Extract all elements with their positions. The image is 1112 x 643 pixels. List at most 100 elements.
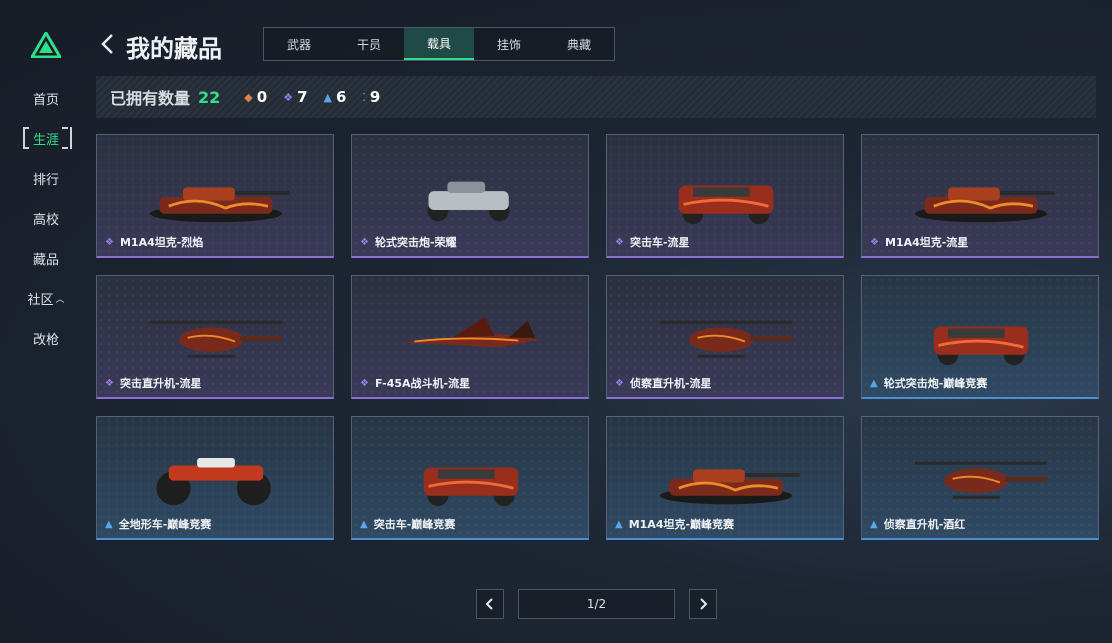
vehicle-name-label: 侦察直升机-流星 — [629, 377, 712, 390]
sidebar-item-label: 藏品 — [32, 252, 59, 268]
vehicle-name: ❖ 侦察直升机-流星 — [615, 375, 712, 391]
sidebar-item-label: 高校 — [32, 212, 59, 228]
purple-diamond-icon: ❖ — [105, 377, 114, 389]
vehicle-name-label: 轮式突击炮-荣耀 — [374, 236, 457, 249]
app-logo-icon — [31, 32, 61, 58]
purple-diamond-icon: ❖ — [870, 236, 879, 248]
sidebar-item-label: 首页 — [32, 92, 59, 108]
blue-chevron-icon: ▲ — [105, 518, 113, 530]
tab-charms[interactable]: 挂饰 — [474, 28, 544, 60]
vehicle-name-label: 侦察直升机-酒红 — [883, 518, 966, 531]
rarity-count-orange: ◆ 0 — [244, 88, 267, 106]
vehicle-name: ▲ 侦察直升机-酒红 — [870, 516, 965, 532]
vehicle-name-label: F-45A战斗机-流星 — [374, 377, 471, 390]
vehicle-name: ❖ 突击车-流星 — [615, 234, 690, 250]
vehicle-image — [423, 467, 519, 507]
vehicle-name: ▲ 突击车-巅峰竞赛 — [360, 516, 455, 532]
purple-diamond-icon: ❖ — [360, 236, 369, 248]
vehicle-name-label: M1A4坦克-巅峰竞赛 — [628, 518, 735, 531]
vehicle-name: ▲ M1A4坦克-巅峰竞赛 — [615, 516, 734, 532]
vehicle-card[interactable]: ❖ 突击直升机-流星 — [96, 275, 334, 399]
vehicle-grid: ❖ M1A4坦克-烈焰 ❖ 轮式突击炮-荣耀 ❖ 突击车-流星 ❖ M1A4坦克-流星 ❖ 突击直… — [96, 134, 1099, 540]
sidebar-item-gunsmith[interactable]: 改枪 — [20, 318, 72, 358]
vehicle-card[interactable]: ▲ M1A4坦克-巅峰竞赛 — [606, 416, 844, 540]
rarity-count: 0 — [256, 88, 268, 106]
tab-vehicles[interactable]: 载具 — [404, 28, 474, 60]
purple-diamond-icon: ❖ — [105, 236, 114, 248]
sidebar-item-label: 生涯 — [32, 132, 59, 148]
tab-operators[interactable]: 干员 — [334, 28, 404, 60]
vehicle-card[interactable]: ❖ M1A4坦克-烈焰 — [96, 134, 334, 258]
vehicle-image — [427, 181, 510, 222]
sidebar-item-label: 排行 — [32, 172, 59, 188]
sidebar-item-home[interactable]: 首页 — [20, 78, 72, 118]
category-tabs: 武器 干员 载具 挂饰 典藏 — [263, 27, 615, 61]
vehicle-image — [678, 185, 774, 225]
vehicle-name: ❖ M1A4坦克-烈焰 — [105, 234, 203, 250]
vehicle-image — [156, 458, 271, 506]
sidebar: 首页 生涯 排行 高校 藏品 社区 ︿ 改枪 — [20, 78, 72, 358]
page-indicator: 1/2 — [518, 589, 675, 619]
vehicle-card[interactable]: ❖ 突击车-流星 — [606, 134, 844, 258]
owned-label: 已拥有数量 — [110, 89, 191, 108]
purple-diamond-icon: ❖ — [615, 236, 624, 248]
chevron-up-icon: ︿ — [55, 294, 65, 305]
sidebar-item-college[interactable]: 高校 — [20, 198, 72, 238]
tab-archive[interactable]: 典藏 — [544, 28, 614, 60]
vehicle-name: ❖ M1A4坦克-流星 — [870, 234, 968, 250]
vehicle-image — [914, 461, 1048, 499]
vehicle-name: ▲ 全地形车-巅峰竞赛 — [105, 516, 211, 532]
vehicle-image — [914, 187, 1055, 223]
back-arrow-icon[interactable] — [98, 32, 118, 56]
vehicle-card[interactable]: ❖ F-45A战斗机-流星 — [351, 275, 589, 399]
vehicle-card[interactable]: ▲ 全地形车-巅峰竞赛 — [96, 416, 334, 540]
owned-count: 22 — [198, 87, 221, 107]
green-dots-icon: ⁚ — [362, 90, 366, 104]
chevron-right-icon — [700, 598, 708, 610]
blue-chevron-icon: ▲ — [615, 518, 623, 530]
vehicle-image — [149, 187, 290, 223]
tab-weapons[interactable]: 武器 — [264, 28, 334, 60]
blue-chevron-icon: ▲ — [323, 90, 332, 104]
sidebar-item-label: 社区 — [27, 292, 54, 308]
rarity-count-green: ⁚ 9 — [362, 88, 380, 106]
vehicle-card[interactable]: ▲ 轮式突击炮-巅峰竞赛 — [861, 275, 1099, 399]
vehicle-name-label: 轮式突击炮-巅峰竞赛 — [883, 377, 988, 390]
vehicle-card[interactable]: ▲ 侦察直升机-酒红 — [861, 416, 1099, 540]
vehicle-name: ▲ 轮式突击炮-巅峰竞赛 — [870, 375, 987, 391]
sidebar-item-ranking[interactable]: 排行 — [20, 158, 72, 198]
sidebar-item-career[interactable]: 生涯 — [20, 118, 72, 158]
vehicle-image — [400, 317, 542, 348]
vehicle-card[interactable]: ❖ 侦察直升机-流星 — [606, 275, 844, 399]
vehicle-image — [149, 320, 283, 358]
vehicle-card[interactable]: ❖ 轮式突击炮-荣耀 — [351, 134, 589, 258]
vehicle-name-label: M1A4坦克-烈焰 — [119, 236, 204, 249]
rarity-count: 6 — [335, 88, 347, 106]
rarity-count: 7 — [297, 88, 308, 106]
purple-diamond-icon: ❖ — [283, 90, 294, 104]
vehicle-name-label: 全地形车-巅峰竞赛 — [118, 518, 212, 531]
sidebar-item-community[interactable]: 社区 ︿ — [20, 278, 72, 318]
sidebar-item-label: 改枪 — [32, 332, 59, 348]
vehicle-name-label: M1A4坦克-流星 — [884, 236, 969, 249]
vehicle-name: ❖ F-45A战斗机-流星 — [360, 375, 470, 391]
rarity-count-blue: ▲ 6 — [324, 88, 347, 106]
owned-stats-bar: 已拥有数量 22 ◆ 0 ❖ 7 ▲ 6 ⁚ 9 — [96, 76, 1096, 118]
vehicle-name-label: 突击直升机-流星 — [119, 377, 202, 390]
sidebar-item-collection[interactable]: 藏品 — [20, 238, 72, 278]
vehicle-image — [659, 320, 793, 358]
page-title: 我的藏品 — [126, 35, 222, 63]
vehicle-name: ❖ 轮式突击炮-荣耀 — [360, 234, 457, 250]
vehicle-image — [659, 469, 800, 505]
prev-page-button[interactable] — [476, 589, 504, 619]
purple-diamond-icon: ❖ — [360, 377, 369, 389]
orange-diamond-icon: ◆ — [244, 90, 253, 104]
blue-chevron-icon: ▲ — [870, 377, 878, 389]
purple-diamond-icon: ❖ — [615, 377, 624, 389]
vehicle-card[interactable]: ❖ M1A4坦克-流星 — [861, 134, 1099, 258]
vehicle-image — [933, 326, 1029, 366]
vehicle-card[interactable]: ▲ 突击车-巅峰竞赛 — [351, 416, 589, 540]
next-page-button[interactable] — [689, 589, 717, 619]
blue-chevron-icon: ▲ — [360, 518, 368, 530]
vehicle-name-label: 突击车-巅峰竞赛 — [373, 518, 456, 531]
